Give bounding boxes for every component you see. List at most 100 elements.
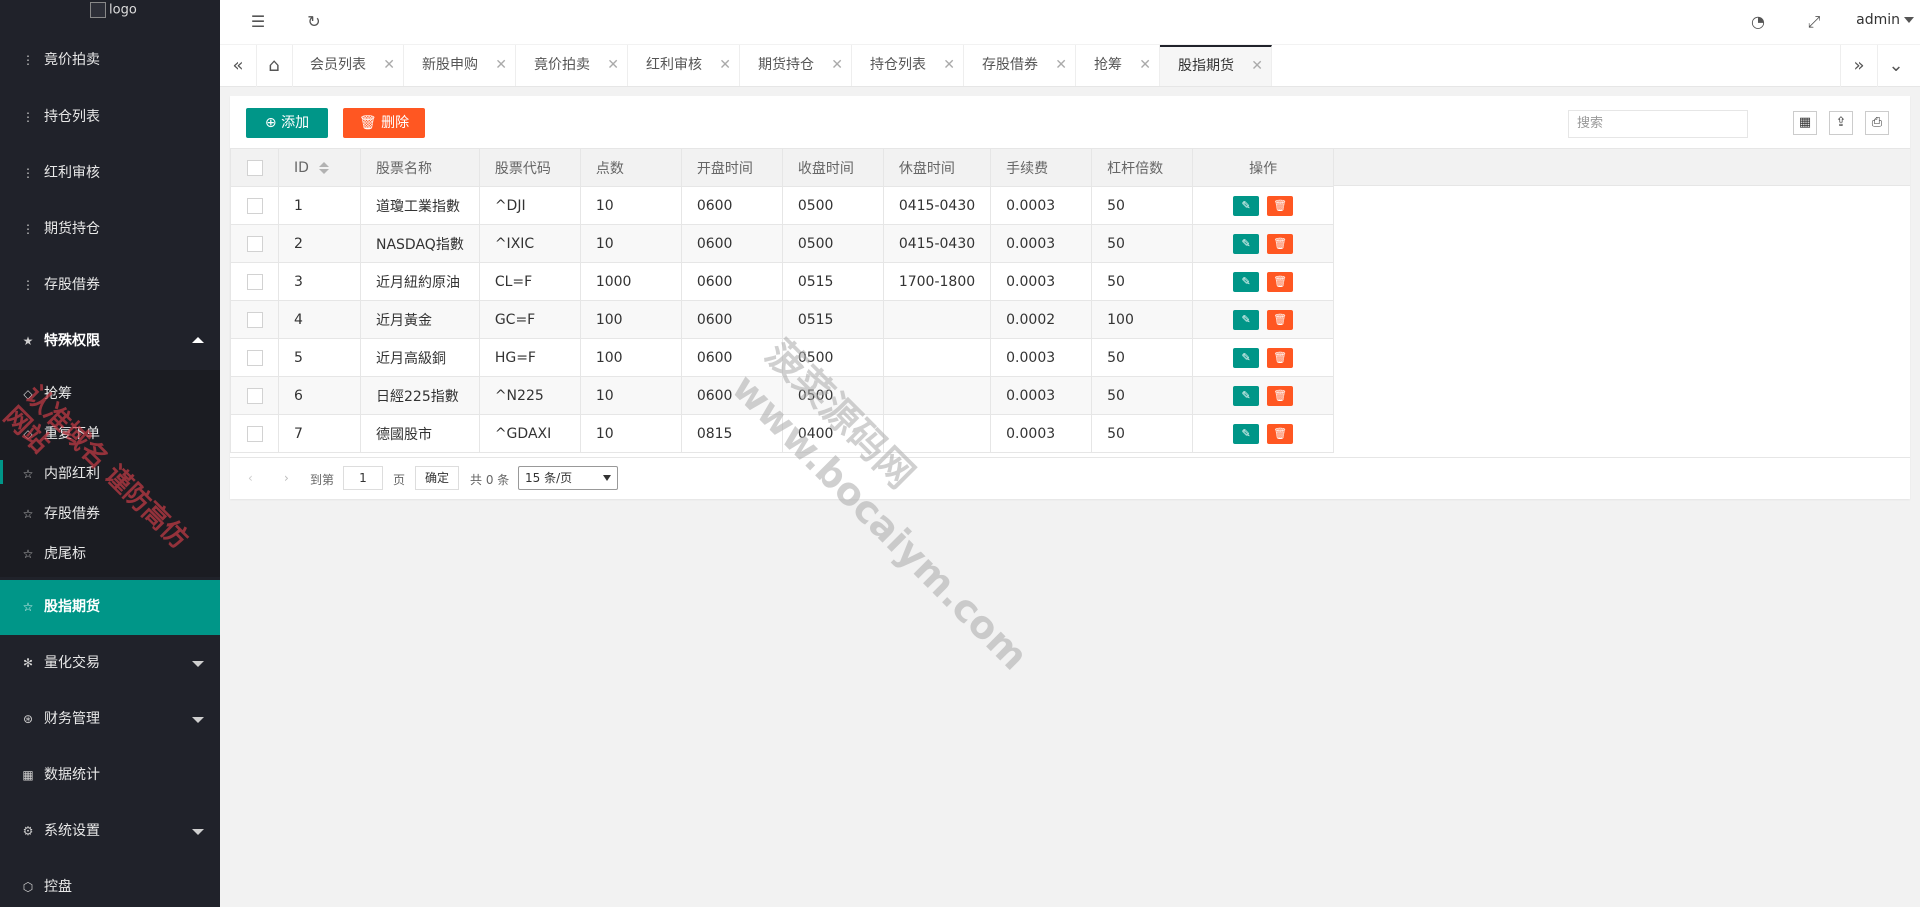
content-card: ⊕ 添加 🗑 删除 搜索 ▦ ⇪ ⎙ ID 股票名称 股票代码 点数 开盘时间 … <box>230 96 1910 499</box>
sidebar-item-statistics[interactable]: ▦ 数据统计 <box>0 753 220 797</box>
sidebar-item-index-futures[interactable]: ☆ 股指期货 <box>0 580 220 635</box>
sidebar-item-internal-dividend[interactable]: ☆ 内部红利 <box>0 452 220 496</box>
tab-positions[interactable]: 持仓列表 ✕ <box>852 45 964 86</box>
edit-pencil-icon[interactable]: ✎ <box>1233 271 1260 292</box>
cell-id: 4 <box>278 300 361 339</box>
sidebar-item-stock-lending-2[interactable]: ☆ 存股借券 <box>0 492 220 536</box>
sidebar-item-repeat-order[interactable]: ◇ 重复下单 <box>0 412 220 456</box>
sidebar-item-stock-lending[interactable]: ⋮ 存股借券 <box>0 263 220 307</box>
confirm-page-button[interactable]: 确定 <box>415 466 459 490</box>
close-icon[interactable]: ✕ <box>831 45 843 86</box>
row-checkbox[interactable] <box>230 376 279 415</box>
cell-close-time: 0500 <box>781 186 884 225</box>
sort-icon[interactable] <box>318 161 329 174</box>
cell-code: GC=F <box>478 300 581 339</box>
close-icon[interactable]: ✕ <box>607 45 619 86</box>
add-button[interactable]: ⊕ 添加 <box>246 108 328 138</box>
row-checkbox[interactable] <box>230 186 279 225</box>
delete-trash-icon[interactable]: 🗑 <box>1267 309 1294 330</box>
cell-leverage: 100 <box>1091 300 1194 339</box>
tab-auction[interactable]: 竟价拍卖 ✕ <box>516 45 628 86</box>
sidebar-item-grab[interactable]: ◇ 抢筹 <box>0 372 220 416</box>
delete-button[interactable]: 🗑 删除 <box>343 108 425 138</box>
tab-index-futures[interactable]: 股指期货 ✕ <box>1160 45 1272 86</box>
close-icon[interactable]: ✕ <box>383 45 395 86</box>
edit-pencil-icon[interactable]: ✎ <box>1233 309 1260 330</box>
fullscreen-icon[interactable]: ⤢ <box>1804 12 1824 32</box>
edit-pencil-icon[interactable]: ✎ <box>1233 423 1260 444</box>
theme-palette-icon[interactable]: ◔ <box>1748 12 1768 32</box>
row-checkbox[interactable] <box>230 262 279 301</box>
delete-trash-icon[interactable]: 🗑 <box>1267 195 1294 216</box>
sidebar-item-positions[interactable]: ⋮ 持仓列表 <box>0 95 220 139</box>
edit-pencil-icon[interactable]: ✎ <box>1233 385 1260 406</box>
tab-futures-positions[interactable]: 期货持仓 ✕ <box>740 45 852 86</box>
sidebar-group-quant[interactable]: ✻ 量化交易 <box>0 641 220 685</box>
close-icon[interactable]: ✕ <box>1139 45 1151 86</box>
row-checkbox[interactable] <box>230 300 279 339</box>
sidebar-item-tiger-tail[interactable]: ☆ 虎尾标 <box>0 532 220 576</box>
sidebar-item-control[interactable]: ⬡ 控盘 <box>0 865 220 907</box>
close-icon[interactable]: ✕ <box>1251 47 1263 85</box>
export-icon[interactable]: ⇪ <box>1829 111 1853 135</box>
row-checkbox[interactable] <box>230 338 279 377</box>
page-size-select[interactable]: 15 条/页 <box>518 466 618 490</box>
delete-trash-icon[interactable]: 🗑 <box>1267 233 1294 254</box>
page-number-input[interactable]: 1 <box>343 466 383 490</box>
columns-filter-icon[interactable]: ▦ <box>1793 111 1817 135</box>
calendar-icon: ▦ <box>22 768 34 782</box>
edit-pencil-icon[interactable]: ✎ <box>1233 233 1260 254</box>
cell-fee: 0.0003 <box>990 338 1093 377</box>
sidebar-item-futures-positions[interactable]: ⋮ 期货持仓 <box>0 207 220 251</box>
tabs-scroll-left-icon[interactable]: « <box>220 45 257 87</box>
delete-trash-icon[interactable]: 🗑 <box>1267 423 1294 444</box>
refresh-icon[interactable]: ↻ <box>304 12 324 32</box>
close-icon[interactable]: ✕ <box>1055 45 1067 86</box>
tabs-scroll-right-icon[interactable]: » <box>1840 45 1878 87</box>
cell-leverage: 50 <box>1091 224 1194 263</box>
table-row: 6 日經225指數 ^N225 10 0600 0500 0.0003 50 ✎ 🗑 <box>230 376 1335 415</box>
sidebar-item-auction[interactable]: ⋮ 竟价拍卖 <box>0 38 220 82</box>
cell-fee: 0.0003 <box>990 224 1093 263</box>
sidebar-group-finance[interactable]: ⊛ 财务管理 <box>0 697 220 741</box>
collapse-menu-icon[interactable]: ☰ <box>248 12 268 32</box>
delete-trash-icon[interactable]: 🗑 <box>1267 271 1294 292</box>
tab-grab[interactable]: 抢筹 ✕ <box>1076 45 1160 86</box>
tab-stock-lending[interactable]: 存股借券 ✕ <box>964 45 1076 86</box>
edit-pencil-icon[interactable]: ✎ <box>1233 195 1260 216</box>
select-all-checkbox[interactable] <box>230 148 279 187</box>
print-icon[interactable]: ⎙ <box>1865 111 1889 135</box>
cell-break-time <box>882 414 992 453</box>
cell-points: 10 <box>579 414 682 453</box>
sidebar-item-dividend-review[interactable]: ⋮ 红利审核 <box>0 151 220 195</box>
table-row: 3 近月紐約原油 CL=F 1000 0600 0515 1700-1800 0.0003 50… <box>230 262 1335 301</box>
cell-close-time: 0500 <box>781 376 884 415</box>
tabs-menu-chevron-down-icon[interactable]: ⌄ <box>1878 45 1914 87</box>
sidebar-group-settings[interactable]: ⚙ 系统设置 <box>0 809 220 853</box>
tab-members[interactable]: 会员列表 ✕ <box>292 45 404 86</box>
close-icon[interactable]: ✕ <box>719 45 731 86</box>
table-row: 4 近月黃金 GC=F 100 0600 0515 0.0002 100 ✎ 🗑 <box>230 300 1335 339</box>
delete-trash-icon[interactable]: 🗑 <box>1267 347 1294 368</box>
close-icon[interactable]: ✕ <box>943 45 955 86</box>
home-icon[interactable]: ⌂ <box>256 45 293 87</box>
sidebar-group-special[interactable]: ★ 特殊权限 <box>0 319 220 363</box>
prev-page-icon[interactable]: ‹ <box>248 471 253 485</box>
col-id[interactable]: ID <box>278 148 361 187</box>
row-checkbox[interactable] <box>230 414 279 453</box>
delete-trash-icon[interactable]: 🗑 <box>1267 385 1294 406</box>
tab-bar: « ⌂ 会员列表 ✕ 新股申购 ✕ 竟价拍卖 ✕ 红利审核 ✕ 期货持仓 ✕ 持仓列表 ✕ … <box>220 45 1920 87</box>
user-menu[interactable]: admin <box>1856 12 1914 28</box>
cell-open-time: 0600 <box>680 262 783 301</box>
next-page-icon[interactable]: › <box>284 471 289 485</box>
row-actions: ✎ 🗑 <box>1192 376 1335 415</box>
cell-code: HG=F <box>478 338 581 377</box>
cell-points: 10 <box>579 376 682 415</box>
close-icon[interactable]: ✕ <box>495 45 507 86</box>
row-checkbox[interactable] <box>230 224 279 263</box>
table-header-row: ID 股票名称 股票代码 点数 开盘时间 收盘时间 休盘时间 手续费 杠杆倍数 … <box>230 148 1335 187</box>
tab-ipo[interactable]: 新股申购 ✕ <box>404 45 516 86</box>
edit-pencil-icon[interactable]: ✎ <box>1233 347 1260 368</box>
search-input[interactable]: 搜索 <box>1568 110 1748 138</box>
tab-dividend[interactable]: 红利审核 ✕ <box>628 45 740 86</box>
